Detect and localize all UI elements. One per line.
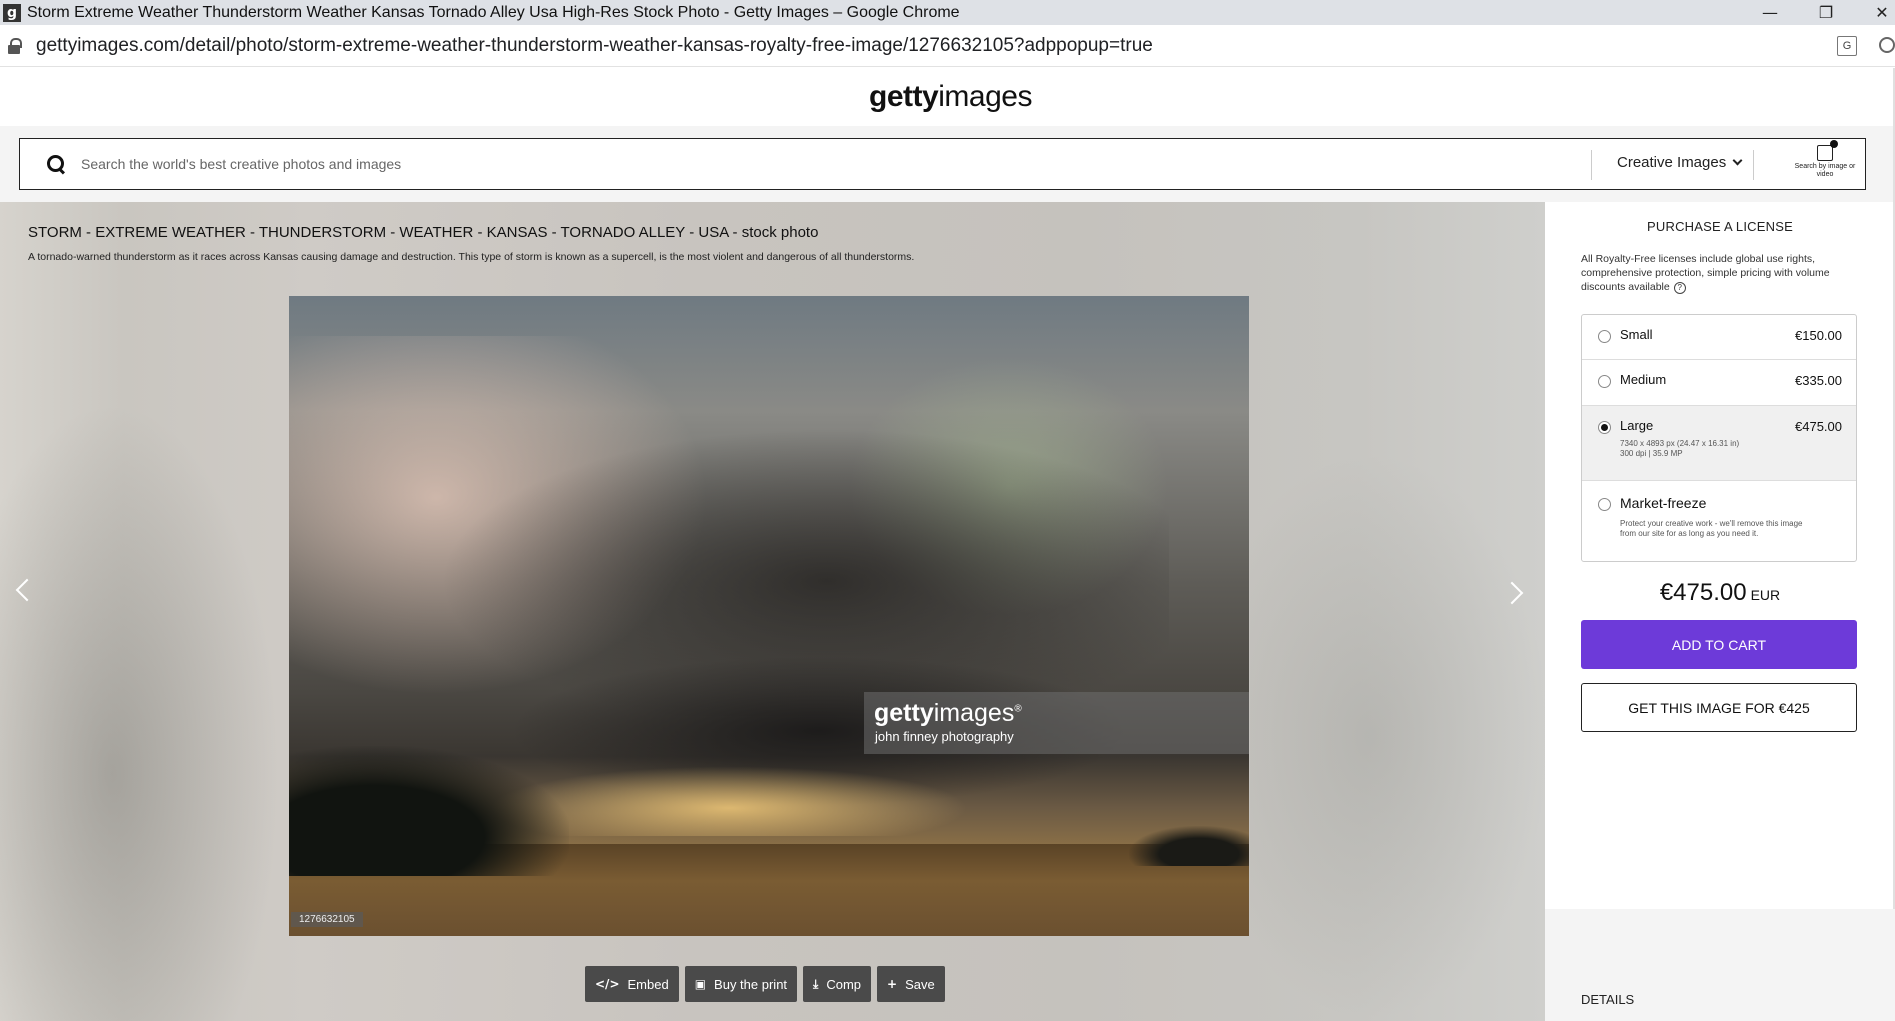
size-price: €475.00 xyxy=(1795,419,1842,434)
lock-icon[interactable] xyxy=(8,37,22,54)
help-icon[interactable]: ? xyxy=(1673,282,1686,294)
window-title: Storm Extreme Weather Thunderstorm Weath… xyxy=(27,3,960,21)
download-icon: ⤓ xyxy=(813,976,819,991)
size-option-medium[interactable]: Medium €335.00 xyxy=(1582,360,1856,406)
size-option-large[interactable]: Large €475.00 7340 x 4893 px (24.47 x 16… xyxy=(1582,406,1856,481)
restore-icon[interactable]: ❐ xyxy=(1803,0,1849,25)
background-blur xyxy=(0,402,280,1021)
details-heading: DETAILS xyxy=(1581,992,1635,1007)
getty-watermark: gettyimages® john finney photography xyxy=(864,692,1249,754)
image-search-icon xyxy=(1817,140,1838,161)
image-type-dropdown[interactable]: Creative Images xyxy=(1617,154,1743,171)
size-radio[interactable] xyxy=(1598,375,1611,388)
license-panel: PURCHASE A LICENSE All Royalty-Free lice… xyxy=(1545,202,1895,1021)
comp-button[interactable]: ⤓ Comp xyxy=(803,966,872,1002)
size-price: €150.00 xyxy=(1795,328,1842,343)
logo-bold-part: getty xyxy=(869,80,939,113)
image-description: A tornado-warned thunderstorm as it race… xyxy=(28,251,915,263)
license-description: All Royalty-Free licenses include global… xyxy=(1581,253,1830,294)
divider xyxy=(1591,150,1592,180)
size-option-small[interactable]: Small €150.00 xyxy=(1582,315,1856,360)
size-options: Small €150.00 Medium €335.00 Large €475.… xyxy=(1581,314,1857,562)
search-by-image-button[interactable]: Search by image or video xyxy=(1786,140,1864,179)
url-field[interactable]: gettyimages.com/detail/photo/storm-extre… xyxy=(36,35,1153,57)
image-detail-area: STORM - EXTREME WEATHER - THUNDERSTORM -… xyxy=(0,202,1545,1021)
window-titlebar: g Storm Extreme Weather Thunderstorm Wea… xyxy=(0,0,1895,25)
divider xyxy=(1753,150,1754,180)
size-detail: 7340 x 4893 px (24.47 x 16.31 in) 300 dpi… xyxy=(1620,439,1740,458)
image-actions: </> Embed ▣ Buy the print ⤓ Comp + Save xyxy=(585,966,945,1002)
translate-icon[interactable]: G xyxy=(1837,36,1857,56)
search-band: Creative Images Search by image or video xyxy=(0,126,1895,202)
size-radio[interactable] xyxy=(1598,330,1611,343)
buy-print-button[interactable]: ▣ Buy the print xyxy=(684,966,798,1002)
embed-button[interactable]: </> Embed xyxy=(585,966,679,1002)
search-bar: Creative Images Search by image or video xyxy=(19,138,1866,190)
size-option-market-freeze[interactable]: Market-freeze Protect your creative work… xyxy=(1582,481,1856,561)
size-price: €335.00 xyxy=(1795,373,1842,388)
size-radio[interactable] xyxy=(1598,498,1611,511)
size-radio-selected[interactable] xyxy=(1598,421,1611,434)
image-type-label: Creative Images xyxy=(1617,154,1727,171)
license-title: PURCHASE A LICENSE xyxy=(1647,219,1793,234)
search-input[interactable] xyxy=(81,156,1281,172)
plus-icon: + xyxy=(887,977,898,991)
watermark-credit: john finney photography xyxy=(875,729,1014,744)
watermark-logo: gettyimages® xyxy=(874,699,1022,727)
close-icon[interactable]: ✕ xyxy=(1859,0,1895,25)
total-price: €475.00 EUR xyxy=(1659,579,1781,606)
size-name: Small xyxy=(1620,327,1653,342)
background-blur xyxy=(1250,452,1545,1021)
image-title: STORM - EXTREME WEATHER - THUNDERSTORM -… xyxy=(28,224,819,241)
add-to-cart-button[interactable]: ADD TO CART xyxy=(1581,620,1857,669)
picture-icon: ▣ xyxy=(694,977,707,991)
search-by-image-label: Search by image or video xyxy=(1794,163,1856,178)
size-name: Market-freeze xyxy=(1620,495,1707,511)
chevron-down-icon xyxy=(1732,155,1743,166)
photo-trees xyxy=(1129,826,1249,866)
size-name: Large xyxy=(1620,418,1654,433)
save-button[interactable]: + Save xyxy=(877,966,945,1002)
zoom-icon[interactable] xyxy=(1879,37,1895,53)
get-image-button[interactable]: GET THIS IMAGE FOR €425 xyxy=(1581,683,1857,732)
stock-photo[interactable]: gettyimages® john finney photography 127… xyxy=(289,296,1249,936)
address-bar: gettyimages.com/detail/photo/storm-extre… xyxy=(0,25,1895,67)
size-detail: Protect your creative work - we'll remov… xyxy=(1620,519,1803,538)
getty-favicon-icon: g xyxy=(3,3,21,22)
minimize-icon[interactable]: — xyxy=(1747,0,1793,25)
getty-logo[interactable]: gettyimages xyxy=(869,80,1032,114)
image-id-badge: 1276632105 xyxy=(291,912,363,927)
code-icon: </> xyxy=(595,977,620,991)
photo-trees xyxy=(289,746,569,876)
logo-light-part: images xyxy=(938,80,1032,113)
search-icon[interactable] xyxy=(47,155,65,173)
size-name: Medium xyxy=(1620,372,1667,387)
site-header: gettyimages xyxy=(0,68,1895,126)
